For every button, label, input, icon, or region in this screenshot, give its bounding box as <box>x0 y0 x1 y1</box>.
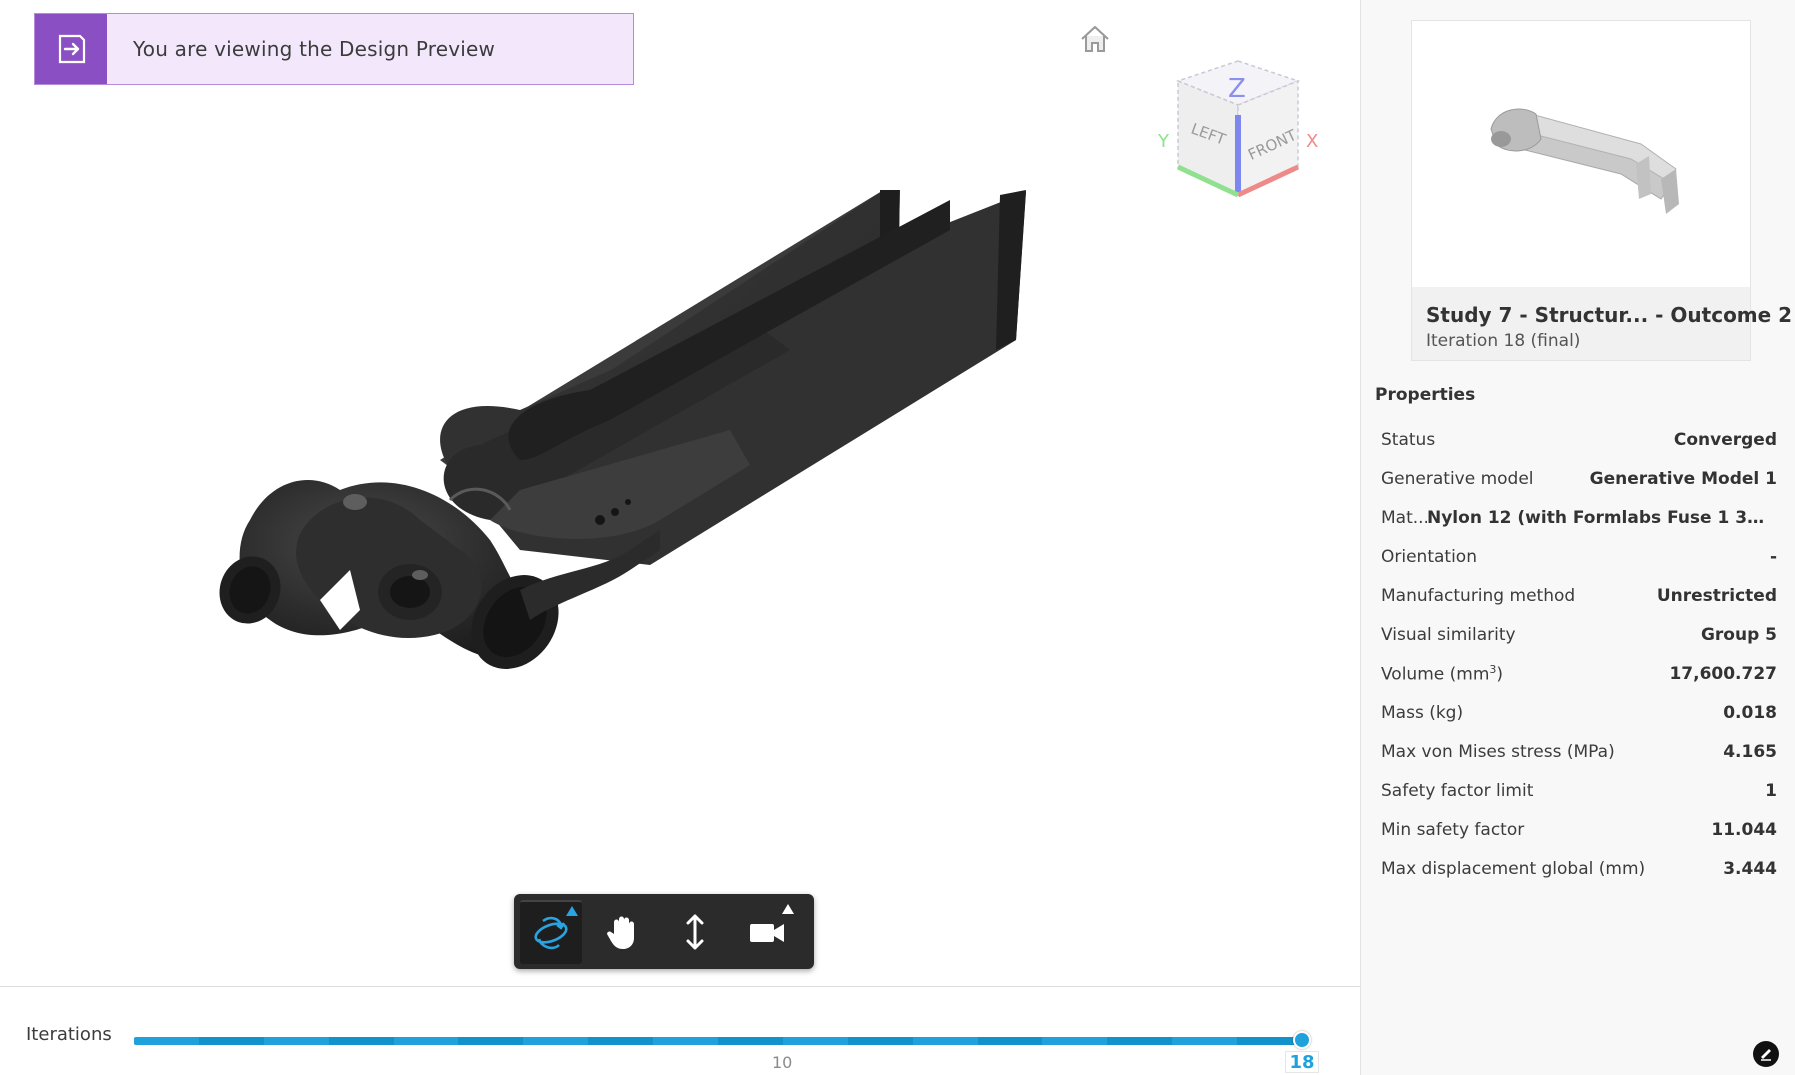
property-key: Volume (mm3) <box>1381 663 1503 685</box>
iterations-timeline: Iterations 10 18 <box>0 986 1360 1075</box>
property-key: Status <box>1381 429 1436 450</box>
property-row-visual-similarity: Visual similarity Group 5 <box>1375 615 1785 654</box>
property-row-mass: Mass (kg) 0.018 <box>1375 693 1785 732</box>
property-row-manufacturing-method: Manufacturing method Unrestricted <box>1375 576 1785 615</box>
property-value: 17,600.727 <box>1669 663 1777 684</box>
property-value: Unrestricted <box>1656 585 1777 606</box>
outcome-subtitle: Iteration 18 (final) <box>1426 331 1581 351</box>
property-key: Orientation <box>1381 546 1477 567</box>
property-key: Max displacement global (mm) <box>1381 858 1646 879</box>
outcome-thumbnail-image <box>1412 21 1750 287</box>
iteration-tick-label: 10 <box>772 1053 793 1072</box>
generative-design-model[interactable] <box>190 180 1050 790</box>
property-value: Generative Model 1 <box>1589 468 1777 489</box>
property-row-orientation: Orientation - <box>1375 537 1785 576</box>
iterations-slider-thumb[interactable] <box>1293 1031 1311 1049</box>
property-value: 4.165 <box>1723 741 1777 762</box>
iterations-label: Iterations <box>26 1024 112 1045</box>
property-value: Nylon 12 (with Formlabs Fuse 1 3D Pri... <box>1427 507 1777 528</box>
iteration-tick <box>718 1037 783 1045</box>
property-value: 1 <box>1765 780 1777 801</box>
properties-heading: Properties <box>1375 385 1476 405</box>
hand-icon <box>607 916 634 949</box>
iteration-tick <box>198 1037 264 1045</box>
camera-icon <box>750 923 784 942</box>
property-row-generative-model: Generative model Generative Model 1 <box>1375 459 1785 498</box>
volume-key-close: ) <box>1496 664 1504 685</box>
pan-button[interactable] <box>592 900 654 964</box>
property-row-min-safety-factor: Min safety factor 11.044 <box>1375 810 1785 849</box>
properties-list: Status Converged Generative model Genera… <box>1375 420 1785 888</box>
orbit-icon <box>534 916 568 949</box>
exit-preview-icon[interactable] <box>35 14 107 84</box>
design-preview-banner: You are viewing the Design Preview <box>34 13 634 85</box>
iteration-tick <box>1107 1037 1173 1045</box>
banner-text: You are viewing the Design Preview <box>133 37 496 61</box>
property-key: Safety factor limit <box>1381 780 1534 801</box>
iteration-tick <box>847 1037 913 1045</box>
zoom-arrows-icon <box>686 914 704 949</box>
camera-button[interactable] <box>736 900 798 964</box>
property-value: Converged <box>1673 429 1777 450</box>
property-key: Min safety factor <box>1381 819 1525 840</box>
property-row-safety-factor-limit: Safety factor limit 1 <box>1375 771 1785 810</box>
property-value: - <box>1769 546 1777 567</box>
property-value: 0.018 <box>1723 702 1777 723</box>
property-key: Generative model <box>1381 468 1534 489</box>
property-key: Visual similarity <box>1381 624 1516 645</box>
property-row-max-displacement: Max displacement global (mm) 3.444 <box>1375 849 1785 888</box>
property-row-max-von-mises-stress: Max von Mises stress (MPa) 4.165 <box>1375 732 1785 771</box>
orbit-button[interactable] <box>520 899 582 964</box>
viewcube-z-label: Z <box>1228 74 1246 104</box>
property-key: Max von Mises stress (MPa) <box>1381 741 1615 762</box>
view-cube[interactable]: Z LEFT FRONT X Y <box>1150 55 1320 205</box>
property-row-status: Status Converged <box>1375 420 1785 459</box>
iteration-tick <box>588 1037 654 1045</box>
iteration-tick <box>458 1037 524 1045</box>
outcome-title: Study 7 - Structur... - Outcome 2 <box>1426 303 1793 327</box>
iteration-tick <box>977 1037 1043 1045</box>
iteration-tick <box>328 1037 394 1045</box>
outcome-details-panel: Study 7 - Structur... - Outcome 2 Iterat… <box>1360 0 1795 1075</box>
viewcube-y-label: Y <box>1157 131 1170 152</box>
property-value: 11.044 <box>1711 819 1777 840</box>
property-value: Group 5 <box>1700 624 1777 645</box>
property-row-volume: Volume (mm3) 17,600.727 <box>1375 654 1785 693</box>
3d-viewport[interactable]: You are viewing the Design Preview Z LEF… <box>0 0 1360 986</box>
home-icon[interactable] <box>1078 24 1112 54</box>
current-iteration-label: 18 <box>1285 1051 1319 1073</box>
iterations-slider-track[interactable] <box>134 1037 1302 1045</box>
property-key: Mat... <box>1381 507 1427 528</box>
viewcube-x-label: X <box>1306 131 1318 152</box>
property-row-material: Mat... Nylon 12 (with Formlabs Fuse 1 3D… <box>1375 498 1785 537</box>
volume-key-text: Volume (mm <box>1381 664 1490 685</box>
zoom-button[interactable] <box>664 900 726 964</box>
property-value: 3.444 <box>1723 858 1777 879</box>
property-key: Mass (kg) <box>1381 702 1464 723</box>
property-key: Manufacturing method <box>1381 585 1576 606</box>
navigation-toolbar <box>514 894 814 969</box>
outcome-thumbnail-card[interactable]: Study 7 - Structur... - Outcome 2 Iterat… <box>1411 20 1792 361</box>
feedback-icon[interactable] <box>1753 1041 1779 1067</box>
